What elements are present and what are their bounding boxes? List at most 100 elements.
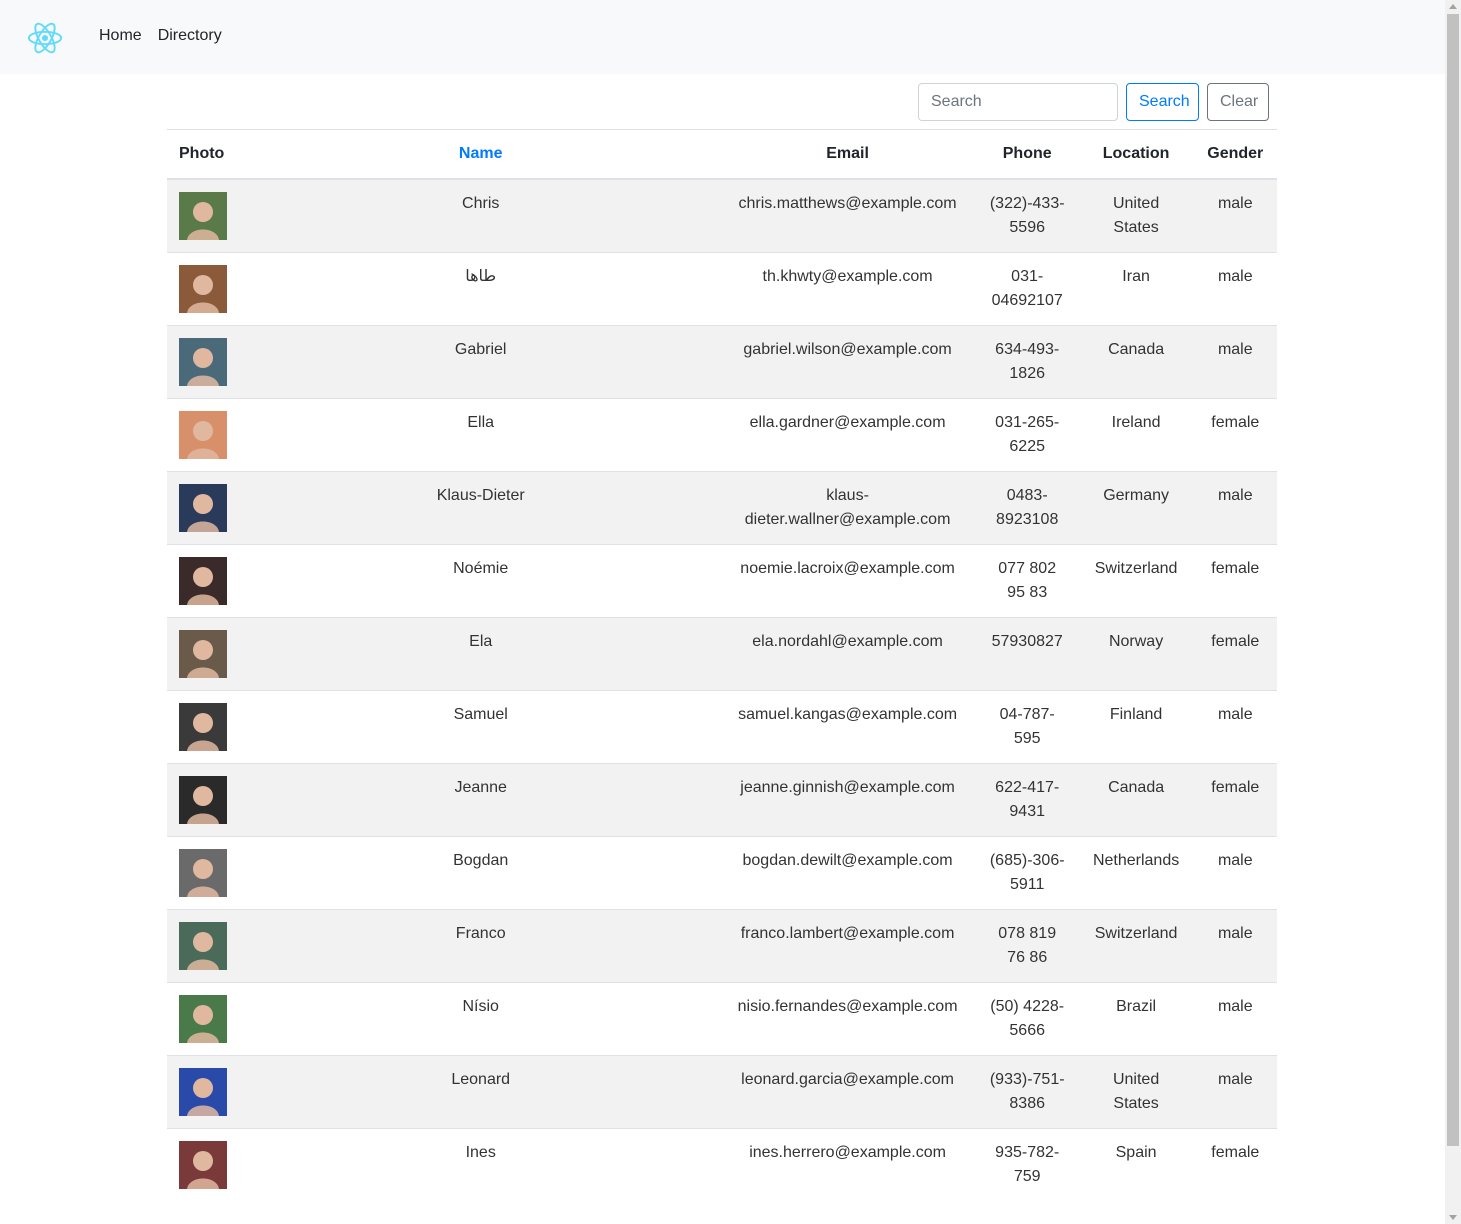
location-cell: Netherlands xyxy=(1078,836,1194,910)
photo-cell xyxy=(167,325,243,399)
name-cell: Ella xyxy=(242,398,720,472)
search-button[interactable]: Search xyxy=(1126,83,1199,121)
name-cell: طاها xyxy=(242,252,720,326)
name-cell: Samuel xyxy=(242,690,720,764)
avatar xyxy=(179,484,227,532)
phone-cell: 078 819 76 86 xyxy=(975,909,1079,983)
scroll-up-arrow-icon[interactable] xyxy=(1449,4,1457,9)
scroll-down-arrow-icon[interactable] xyxy=(1449,1215,1457,1220)
name-cell: Jeanne xyxy=(242,763,720,837)
email-cell: ines.herrero@example.com xyxy=(719,1128,976,1202)
photo-cell xyxy=(167,1055,243,1129)
table-row: Gabriel gabriel.wilson@example.com 634-493… xyxy=(167,325,1277,399)
header-name-sort[interactable]: Name xyxy=(242,129,720,180)
nav-directory-link[interactable]: Directory xyxy=(158,27,222,45)
name-cell: Bogdan xyxy=(242,836,720,910)
gender-cell: female xyxy=(1193,544,1277,618)
avatar xyxy=(179,776,227,824)
phone-cell: 935-782-759 xyxy=(975,1128,1079,1202)
gender-cell: male xyxy=(1193,909,1277,983)
avatar xyxy=(179,411,227,459)
phone-cell: (50) 4228-5666 xyxy=(975,982,1079,1056)
nav-home-link[interactable]: Home xyxy=(99,27,142,45)
vertical-scrollbar[interactable] xyxy=(1445,0,1461,1224)
photo-cell xyxy=(167,398,243,472)
name-cell: Noémie xyxy=(242,544,720,618)
email-cell: ella.gardner@example.com xyxy=(719,398,976,472)
photo-cell xyxy=(167,252,243,326)
phone-cell: 0483-8923108 xyxy=(975,471,1079,545)
email-cell: chris.matthews@example.com xyxy=(719,178,976,253)
location-cell: Switzerland xyxy=(1078,544,1194,618)
phone-cell: 031-265-6225 xyxy=(975,398,1079,472)
location-cell: Canada xyxy=(1078,763,1194,837)
table-row: Samuel samuel.kangas@example.com 04-787-59… xyxy=(167,690,1277,764)
location-cell: Switzerland xyxy=(1078,909,1194,983)
header-photo: Photo xyxy=(167,129,243,180)
email-cell: samuel.kangas@example.com xyxy=(719,690,976,764)
photo-cell xyxy=(167,178,243,253)
header-email: Email xyxy=(719,129,976,180)
email-cell: nisio.fernandes@example.com xyxy=(719,982,976,1056)
email-cell: ela.nordahl@example.com xyxy=(719,617,976,691)
location-cell: Spain xyxy=(1078,1128,1194,1202)
avatar xyxy=(179,1068,227,1116)
email-cell: bogdan.dewilt@example.com xyxy=(719,836,976,910)
avatar xyxy=(179,1141,227,1189)
name-cell: Nísio xyxy=(242,982,720,1056)
photo-cell xyxy=(167,544,243,618)
clear-button[interactable]: Clear xyxy=(1207,83,1269,121)
table-header-row: Photo Name Email Phone Location Gender xyxy=(167,129,1277,180)
avatar xyxy=(179,630,227,678)
search-bar: Search Clear xyxy=(918,83,1269,121)
gender-cell: male xyxy=(1193,1055,1277,1129)
phone-cell: (685)-306-5911 xyxy=(975,836,1079,910)
phone-cell: 04-787-595 xyxy=(975,690,1079,764)
photo-cell xyxy=(167,690,243,764)
table-body: Chris chris.matthews@example.com (322)-433… xyxy=(167,178,1277,1202)
name-cell: Ines xyxy=(242,1128,720,1202)
location-cell: United States xyxy=(1078,178,1194,253)
location-cell: Canada xyxy=(1078,325,1194,399)
avatar xyxy=(179,849,227,897)
location-cell: United States xyxy=(1078,1055,1194,1129)
table-row: Ela ela.nordahl@example.com 57930827 Norway… xyxy=(167,617,1277,691)
photo-cell xyxy=(167,763,243,837)
gender-cell: female xyxy=(1193,617,1277,691)
email-cell: jeanne.ginnish@example.com xyxy=(719,763,976,837)
avatar xyxy=(179,703,227,751)
gender-cell: male xyxy=(1193,471,1277,545)
gender-cell: male xyxy=(1193,252,1277,326)
navbar: Home Directory xyxy=(0,0,1445,74)
avatar xyxy=(179,557,227,605)
nav-links: Home Directory xyxy=(99,27,222,45)
phone-cell: 634-493-1826 xyxy=(975,325,1079,399)
scrollbar-thumb[interactable] xyxy=(1447,14,1459,1146)
gender-cell: female xyxy=(1193,1128,1277,1202)
table-row: Noémie noemie.lacroix@example.com 077 802 … xyxy=(167,544,1277,618)
table-row: Nísio nisio.fernandes@example.com (50) 422… xyxy=(167,982,1277,1056)
photo-cell xyxy=(167,1128,243,1202)
photo-cell xyxy=(167,909,243,983)
photo-cell xyxy=(167,982,243,1056)
email-cell: noemie.lacroix@example.com xyxy=(719,544,976,618)
react-atom-icon[interactable] xyxy=(26,19,64,57)
gender-cell: male xyxy=(1193,325,1277,399)
phone-cell: 622-417-9431 xyxy=(975,763,1079,837)
avatar xyxy=(179,922,227,970)
photo-cell xyxy=(167,617,243,691)
phone-cell: (322)-433-5596 xyxy=(975,178,1079,253)
gender-cell: female xyxy=(1193,763,1277,837)
location-cell: Iran xyxy=(1078,252,1194,326)
gender-cell: male xyxy=(1193,982,1277,1056)
gender-cell: male xyxy=(1193,836,1277,910)
name-cell: Chris xyxy=(242,178,720,253)
name-cell: Leonard xyxy=(242,1055,720,1129)
name-cell: Gabriel xyxy=(242,325,720,399)
search-input[interactable] xyxy=(918,83,1118,121)
email-cell: th.khwty@example.com xyxy=(719,252,976,326)
gender-cell: female xyxy=(1193,398,1277,472)
name-cell: Franco xyxy=(242,909,720,983)
photo-cell xyxy=(167,471,243,545)
avatar xyxy=(179,192,227,240)
